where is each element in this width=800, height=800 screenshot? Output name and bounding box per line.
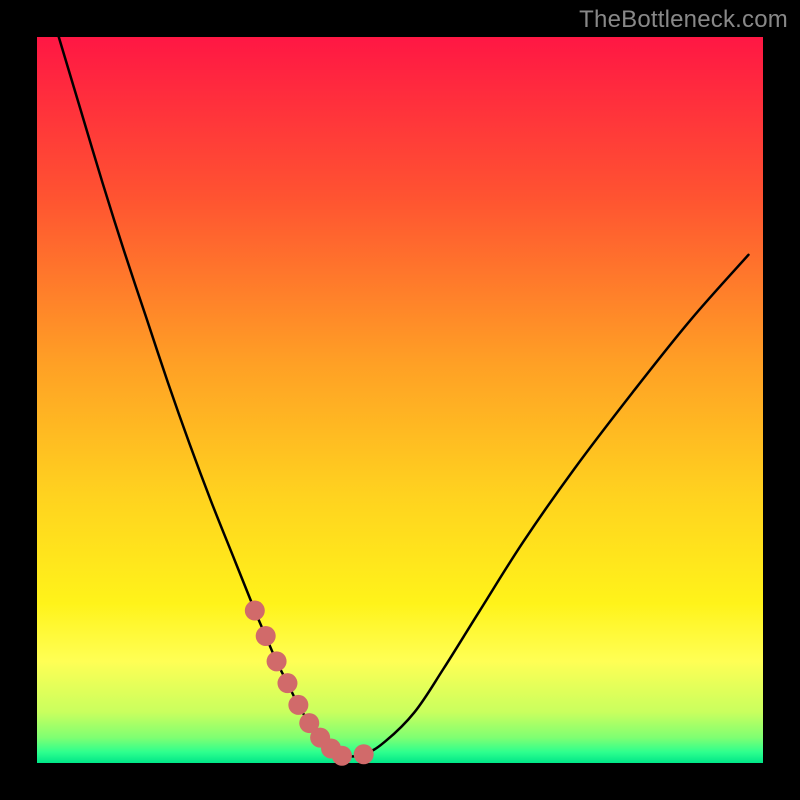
highlight-marker	[245, 601, 265, 621]
chart-svg	[0, 0, 800, 800]
watermark-text: TheBottleneck.com	[579, 6, 788, 34]
highlight-marker	[354, 744, 374, 764]
highlight-marker	[332, 746, 352, 766]
highlight-marker	[256, 626, 276, 646]
highlight-marker	[288, 695, 308, 715]
plot-background	[37, 37, 763, 763]
highlight-marker	[267, 651, 287, 671]
chart-root: TheBottleneck.com	[0, 0, 800, 800]
highlight-marker	[277, 673, 297, 693]
